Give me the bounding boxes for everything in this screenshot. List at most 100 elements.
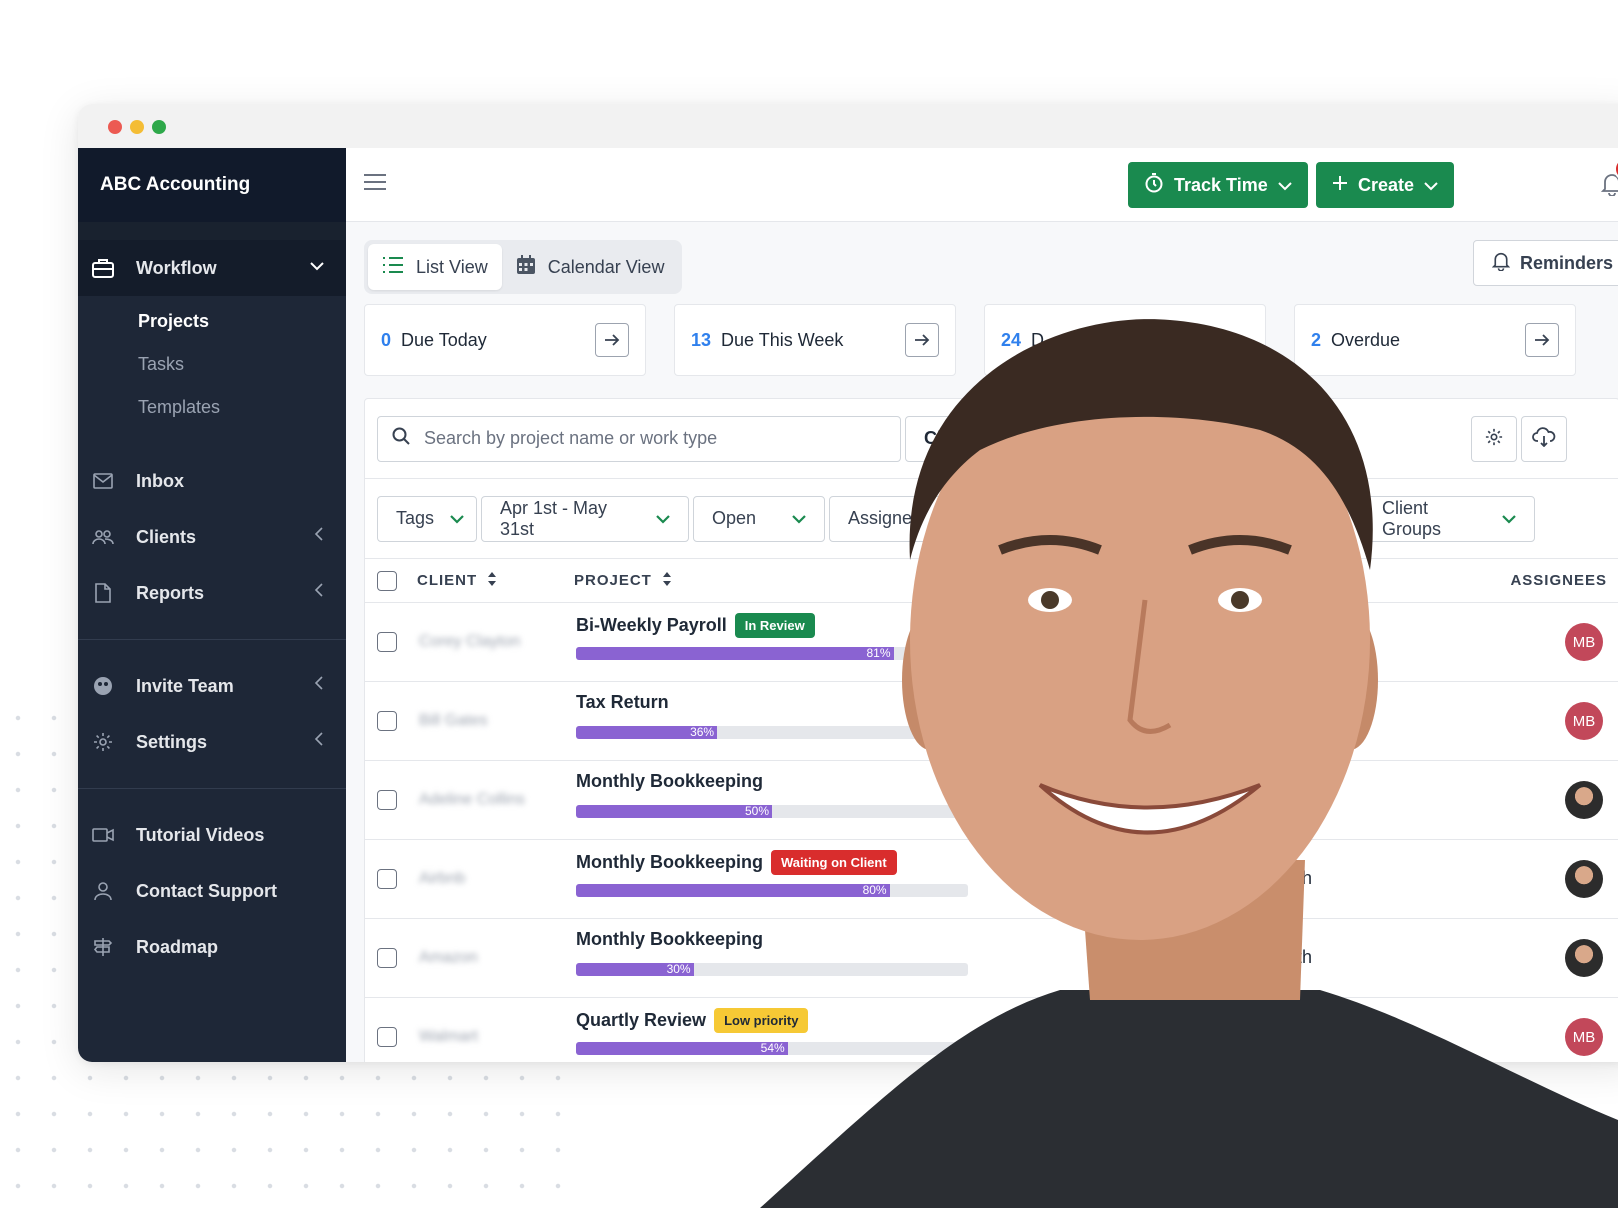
sidebar-item-workflow[interactable]: Workflow bbox=[78, 240, 346, 296]
progress-fill: 30% bbox=[576, 963, 694, 976]
project-name[interactable]: Monthly Bookkeeping Waiting on Client bbox=[576, 850, 897, 875]
client-name[interactable]: Corey Clayton bbox=[419, 633, 520, 651]
row-checkbox[interactable] bbox=[377, 790, 397, 810]
table-header: CLIENT PROJECT ASSIGNEES bbox=[365, 559, 1618, 603]
stat-overdue[interactable]: 2 Overdue bbox=[1294, 304, 1576, 376]
calendar-view-button[interactable]: Calendar View bbox=[502, 244, 679, 290]
chevron-down-icon bbox=[792, 508, 806, 529]
project-name[interactable]: Bi-Weekly Payroll In Review bbox=[576, 613, 815, 638]
row-checkbox[interactable] bbox=[377, 948, 397, 968]
row-checkbox[interactable] bbox=[377, 632, 397, 652]
project-name[interactable]: Tax Return bbox=[576, 692, 669, 713]
table-row[interactable]: Bill Gates Tax Return 36% MB bbox=[365, 682, 1618, 761]
table-row[interactable]: Corey Clayton Bi-Weekly Payroll In Review 8… bbox=[365, 603, 1618, 682]
status-filter[interactable]: Open bbox=[693, 495, 825, 542]
project-label: Monthly Bookkeeping bbox=[576, 852, 764, 872]
avatar[interactable]: MB bbox=[1565, 623, 1603, 661]
users-icon bbox=[92, 526, 114, 548]
row-checkbox[interactable] bbox=[377, 869, 397, 889]
choose-dropdown[interactable]: Choo bbox=[905, 415, 1105, 462]
avatar[interactable] bbox=[1565, 939, 1603, 977]
sidebar-item-inbox[interactable]: Inbox bbox=[78, 453, 346, 509]
sidebar-subitem-templates[interactable]: Templates bbox=[78, 386, 346, 429]
reminders-label: Reminders bbox=[1519, 252, 1613, 273]
sidebar-item-label: Settings bbox=[136, 731, 208, 752]
select-all-checkbox[interactable] bbox=[377, 570, 397, 591]
client-name[interactable]: Airbnb bbox=[419, 870, 465, 888]
projects-table: Search by project name or work type Choo bbox=[364, 398, 1618, 1062]
progress-bar: 36% bbox=[576, 726, 968, 739]
tags-filter[interactable]: Tags bbox=[377, 495, 477, 542]
client-groups-filter[interactable]: Client Groups bbox=[1363, 495, 1535, 542]
sidebar-divider bbox=[78, 639, 346, 640]
client-name[interactable]: Adeline Collins bbox=[419, 791, 525, 809]
avatar[interactable] bbox=[1565, 860, 1603, 898]
table-row[interactable]: Adeline Collins Monthly Bookkeeping 50% bbox=[365, 761, 1618, 840]
list-view-button[interactable]: List View bbox=[368, 244, 502, 290]
stat-count: 0 bbox=[381, 329, 392, 350]
team-icon bbox=[92, 675, 114, 697]
track-time-button[interactable]: Track Time bbox=[1128, 162, 1308, 208]
list-icon bbox=[382, 256, 404, 279]
sidebar-item-invite-team[interactable]: Invite Team bbox=[78, 658, 346, 714]
assignee-filter[interactable]: Assignee bbox=[829, 495, 969, 542]
client-column-header[interactable]: CLIENT bbox=[417, 571, 497, 591]
menu-icon[interactable] bbox=[364, 174, 386, 195]
avatar[interactable]: MB bbox=[1565, 702, 1603, 740]
due-date: 5th bbox=[1287, 868, 1313, 888]
sort-icon bbox=[487, 571, 497, 591]
stat-label: Due Today bbox=[401, 329, 487, 350]
sidebar-subitem-projects[interactable]: Projects bbox=[78, 300, 346, 343]
arrow-right-icon[interactable] bbox=[905, 323, 939, 357]
create-button[interactable]: Create bbox=[1316, 162, 1455, 208]
reminders-button[interactable]: Reminders bbox=[1472, 240, 1618, 286]
sidebar-subitem-tasks[interactable]: Tasks bbox=[78, 343, 346, 386]
stat-count: 2 bbox=[1311, 329, 1322, 350]
stat-due-this-week[interactable]: 13 Due This Week bbox=[674, 304, 956, 376]
client-name[interactable]: Bill Gates bbox=[419, 712, 487, 730]
avatar[interactable] bbox=[1565, 781, 1603, 819]
avatar[interactable]: MB bbox=[1565, 1018, 1603, 1056]
project-name[interactable]: Quartly Review Low priority bbox=[576, 1008, 809, 1033]
chevron-down-icon bbox=[656, 508, 670, 529]
table-row[interactable]: Walmart Quartly Review Low priority 54% MB bbox=[365, 998, 1618, 1062]
minimize-window-button[interactable] bbox=[130, 120, 144, 134]
project-header-label: PROJECT bbox=[574, 572, 652, 589]
sidebar-item-settings[interactable]: Settings bbox=[78, 714, 346, 770]
search-input[interactable]: Search by project name or work type bbox=[377, 415, 901, 462]
stat-due-later[interactable]: 24 D bbox=[984, 304, 1266, 376]
project-name[interactable]: Monthly Bookkeeping bbox=[576, 771, 763, 792]
arrow-right-icon[interactable] bbox=[1525, 323, 1559, 357]
sidebar-item-label: Tutorial Videos bbox=[136, 824, 265, 845]
tags-filter-label: Tags bbox=[396, 508, 435, 528]
mail-icon bbox=[92, 470, 114, 492]
row-checkbox[interactable] bbox=[377, 1027, 397, 1047]
track-time-label: Track Time bbox=[1174, 174, 1268, 195]
project-name[interactable]: Monthly Bookkeeping bbox=[576, 929, 763, 950]
date-range-filter[interactable]: Apr 1st - May 31st bbox=[481, 495, 689, 542]
table-row[interactable]: Amazon Monthly Bookkeeping 30% 5th bbox=[365, 919, 1618, 998]
close-window-button[interactable] bbox=[108, 120, 122, 134]
stat-label: Due This Week bbox=[721, 329, 844, 350]
download-button[interactable] bbox=[1521, 416, 1567, 462]
table-settings-button[interactable] bbox=[1471, 416, 1517, 462]
sidebar-item-label: Contact Support bbox=[136, 880, 277, 901]
sidebar-item-contact-support[interactable]: Contact Support bbox=[78, 863, 346, 919]
arrow-right-icon[interactable] bbox=[595, 323, 629, 357]
client-name[interactable]: Walmart bbox=[419, 1028, 478, 1046]
brand-name: ABC Accounting bbox=[78, 148, 346, 222]
client-header-label: CLIENT bbox=[417, 572, 478, 589]
sidebar-item-roadmap[interactable]: Roadmap bbox=[78, 919, 346, 975]
maximize-window-button[interactable] bbox=[152, 120, 166, 134]
stat-due-today[interactable]: 0 Due Today bbox=[364, 304, 646, 376]
sidebar-item-reports[interactable]: Reports bbox=[78, 565, 346, 621]
row-checkbox[interactable] bbox=[377, 711, 397, 731]
list-view-label: List View bbox=[416, 256, 488, 277]
sidebar-item-clients[interactable]: Clients bbox=[78, 509, 346, 565]
client-name[interactable]: Amazon bbox=[419, 949, 478, 967]
project-column-header[interactable]: PROJECT bbox=[574, 571, 672, 591]
assignee-filter-label: Assignee bbox=[848, 508, 923, 528]
plus-icon bbox=[1332, 175, 1348, 196]
table-row[interactable]: Airbnb Monthly Bookkeeping Waiting on Clie… bbox=[365, 840, 1618, 919]
sidebar-item-tutorial-videos[interactable]: Tutorial Videos bbox=[78, 807, 346, 863]
